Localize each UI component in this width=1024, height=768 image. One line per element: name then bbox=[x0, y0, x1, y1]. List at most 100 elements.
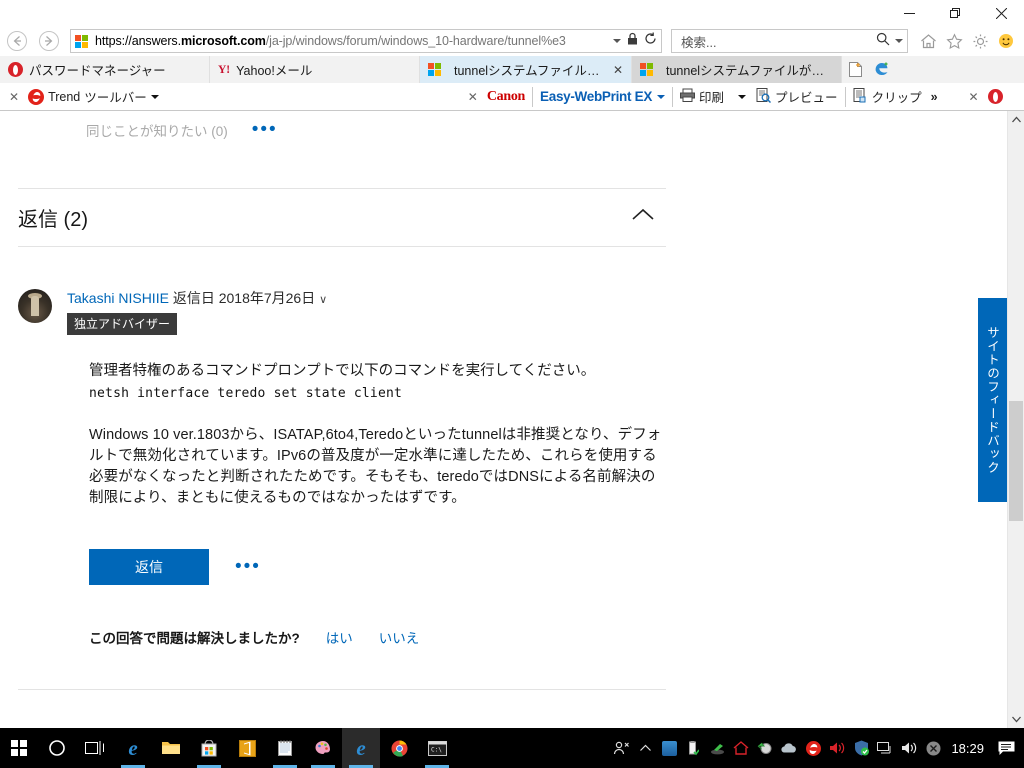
tab-label: tunnelシステムファイルが見つか... bbox=[454, 64, 603, 78]
chevron-down-icon[interactable]: ∨ bbox=[319, 294, 327, 306]
back-button[interactable] bbox=[2, 27, 32, 55]
sync-icon[interactable] bbox=[753, 728, 777, 768]
scroll-up-arrow[interactable] bbox=[1008, 111, 1024, 128]
taskbar-app-office[interactable] bbox=[228, 728, 266, 768]
taskbar-app-edge[interactable]: e bbox=[114, 728, 152, 768]
green-tray-icon[interactable] bbox=[705, 728, 729, 768]
avatar bbox=[18, 289, 52, 323]
browser-tab-active[interactable]: tunnelシステムファイルが見つか... ✕ bbox=[420, 56, 632, 83]
show-hidden-icons-chevron[interactable] bbox=[633, 728, 657, 768]
chevron-down-icon[interactable] bbox=[738, 94, 747, 99]
preview-button[interactable]: プレビュー bbox=[756, 87, 838, 106]
reply-more-icon[interactable]: ••• bbox=[235, 557, 261, 576]
cortana-search-button[interactable] bbox=[38, 728, 76, 768]
taskbar-app-file-explorer[interactable] bbox=[152, 728, 190, 768]
volume-icon[interactable] bbox=[897, 728, 921, 768]
lock-icon bbox=[627, 32, 638, 50]
onedrive-icon[interactable] bbox=[777, 728, 801, 768]
display-icon[interactable] bbox=[873, 728, 897, 768]
edge-taskbar-icon: e bbox=[128, 735, 138, 760]
action-center-icon[interactable] bbox=[994, 728, 1018, 768]
trend-micro-icon bbox=[28, 88, 45, 105]
gear-icon[interactable] bbox=[968, 29, 992, 53]
browser-tab[interactable]: Y! Yahoo!メール bbox=[210, 56, 420, 83]
reply-button[interactable]: 返信 bbox=[89, 548, 209, 585]
opera-icon[interactable] bbox=[987, 89, 1003, 104]
tab-label: Yahoo!メール bbox=[236, 64, 313, 78]
reply-actions: 返信 ••• bbox=[89, 548, 1007, 585]
network-share-icon[interactable] bbox=[657, 728, 681, 768]
solved-no-link[interactable]: いいえ bbox=[379, 627, 420, 647]
addon-toolbar: ✕ Trend ツールバー ✕ Canon Easy-WebPrint EX 印… bbox=[0, 83, 1024, 111]
home-icon[interactable] bbox=[916, 29, 940, 53]
reply-author-link[interactable]: Takashi NISHIIE bbox=[67, 290, 169, 306]
usb-eject-icon[interactable] bbox=[681, 728, 705, 768]
chevron-down-icon[interactable] bbox=[657, 94, 666, 99]
close-trend-toolbar-icon[interactable]: ✕ bbox=[0, 90, 28, 104]
search-chevron-down-icon[interactable] bbox=[895, 39, 903, 43]
minimize-button[interactable] bbox=[886, 0, 932, 26]
taskbar-clock[interactable]: 18:29 bbox=[945, 741, 994, 756]
close-canon-toolbar-icon[interactable]: ✕ bbox=[459, 90, 487, 104]
trend-micro-tray-icon[interactable] bbox=[801, 728, 825, 768]
toolbar-overflow-icon[interactable]: » bbox=[931, 90, 938, 104]
site-feedback-tab[interactable]: サイトのフィードバック bbox=[978, 298, 1007, 502]
close-button[interactable] bbox=[978, 0, 1024, 26]
taskbar-app-store[interactable] bbox=[190, 728, 228, 768]
print-button[interactable]: 印刷 bbox=[680, 87, 724, 106]
vertical-scrollbar[interactable] bbox=[1007, 111, 1024, 728]
search-placeholder: 検索... bbox=[681, 35, 717, 50]
url-input[interactable]: https://answers.microsoft.com/ja-jp/wind… bbox=[70, 29, 662, 53]
star-icon[interactable] bbox=[942, 29, 966, 53]
tab-close-icon[interactable]: ✕ bbox=[609, 63, 623, 77]
close-tray-icon[interactable] bbox=[921, 728, 945, 768]
site-feedback-label: サイトのフィードバック bbox=[985, 325, 999, 475]
url-prefix: https://answers. bbox=[95, 34, 181, 48]
trend-toolbar-item[interactable]: Trend ツールバー bbox=[28, 87, 159, 106]
microsoft-logo-icon bbox=[75, 34, 88, 48]
close-opera-toolbar-icon[interactable]: ✕ bbox=[960, 90, 988, 104]
reply-date: 返信日 2018年7月26日 bbox=[172, 290, 316, 306]
chevron-down-icon[interactable] bbox=[150, 94, 159, 99]
taskbar-app-paint[interactable] bbox=[304, 728, 342, 768]
red-home-icon[interactable] bbox=[729, 728, 753, 768]
taskbar-app-notepad[interactable] bbox=[266, 728, 304, 768]
page-viewport: 同じことが知りたい (0) ••• 返信 (2) Takashi NISHIIE… bbox=[0, 111, 1024, 728]
reply-paragraph-1: 管理者特権のあるコマンドプロンプトで以下のコマンドを実行してください。 bbox=[89, 362, 596, 379]
start-button[interactable] bbox=[0, 728, 38, 768]
taskbar-app-chrome[interactable] bbox=[380, 728, 418, 768]
refresh-icon[interactable] bbox=[644, 32, 657, 50]
search-icon[interactable] bbox=[876, 32, 890, 51]
scrollbar-thumb[interactable] bbox=[1009, 401, 1023, 521]
scroll-down-arrow[interactable] bbox=[1008, 711, 1024, 728]
maximize-restore-button[interactable] bbox=[932, 0, 978, 26]
search-input[interactable]: 検索... bbox=[671, 29, 908, 53]
forward-button[interactable] bbox=[34, 27, 64, 55]
solved-yes-link[interactable]: はい bbox=[326, 627, 353, 647]
smiley-feedback-icon[interactable] bbox=[994, 29, 1018, 53]
clip-button[interactable]: クリップ bbox=[853, 87, 922, 106]
taskbar-app-command-prompt[interactable]: C:\ bbox=[418, 728, 456, 768]
taskbar-app-internet-explorer[interactable]: e bbox=[342, 728, 380, 768]
chevron-down-icon[interactable] bbox=[613, 39, 621, 43]
print-label: 印刷 bbox=[699, 91, 725, 105]
volume-speaker-icon[interactable] bbox=[825, 728, 849, 768]
people-icon[interactable] bbox=[609, 728, 633, 768]
edge-icon[interactable] bbox=[868, 56, 894, 83]
security-shield-icon[interactable] bbox=[849, 728, 873, 768]
browser-tab[interactable]: tunnelシステムファイルが見つかり... bbox=[632, 56, 842, 83]
replies-heading: 返信 (2) bbox=[18, 209, 88, 231]
easy-webprint-label[interactable]: Easy-WebPrint EX bbox=[540, 89, 652, 104]
new-tab-button[interactable] bbox=[842, 56, 868, 83]
internet-explorer-icon: e bbox=[356, 735, 366, 760]
trend-label: Trend bbox=[48, 89, 81, 104]
solved-question-label: この回答で問題は解決しましたか? bbox=[89, 630, 300, 646]
same-question-more-icon[interactable]: ••• bbox=[252, 120, 278, 139]
office-icon bbox=[238, 739, 256, 757]
task-view-button[interactable] bbox=[76, 728, 114, 768]
collapse-chevron-up-icon[interactable] bbox=[630, 207, 666, 228]
reply-command-code: netsh interface teredo set state client bbox=[89, 385, 403, 401]
reply-byline: Takashi NISHIIE 返信日 2018年7月26日 ∨ bbox=[67, 289, 327, 308]
browser-tab[interactable]: パスワードマネージャー bbox=[0, 56, 210, 83]
reply-body: 管理者特権のあるコマンドプロンプトで以下のコマンドを実行してください。 nets… bbox=[89, 361, 669, 509]
